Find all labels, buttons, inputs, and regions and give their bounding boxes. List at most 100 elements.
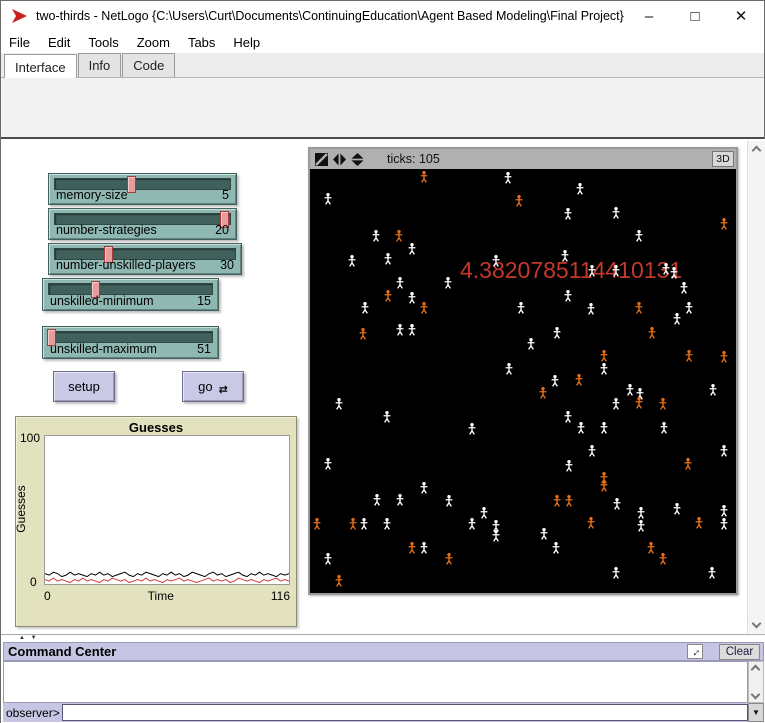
person-turtle bbox=[694, 517, 703, 530]
person-turtle bbox=[564, 411, 573, 424]
person-turtle bbox=[646, 542, 655, 555]
menu-file[interactable]: File bbox=[9, 35, 30, 50]
person-turtle bbox=[625, 383, 634, 396]
scroll-down-icon[interactable] bbox=[752, 619, 762, 629]
person-turtle bbox=[407, 243, 416, 256]
slider-value: 5 bbox=[222, 188, 229, 202]
plot-title: Guesses bbox=[16, 420, 296, 435]
person-turtle bbox=[372, 229, 381, 242]
person-turtle bbox=[720, 444, 729, 457]
scroll-up-icon[interactable] bbox=[751, 665, 761, 675]
person-turtle bbox=[349, 517, 358, 530]
person-turtle bbox=[599, 422, 608, 435]
minimize-button[interactable]: – bbox=[626, 1, 672, 31]
slider-unskilled-maximum[interactable]: unskilled-maximum51 bbox=[42, 326, 219, 359]
person-turtle bbox=[637, 506, 646, 519]
person-turtle bbox=[444, 553, 453, 566]
person-turtle bbox=[587, 302, 596, 315]
command-center-header: Command Center ↔ Clear bbox=[3, 642, 764, 661]
y-axis-max-label: 100 bbox=[20, 431, 40, 445]
person-turtle bbox=[323, 458, 332, 471]
person-turtle bbox=[708, 383, 717, 396]
person-turtle bbox=[372, 494, 381, 507]
person-turtle bbox=[564, 290, 573, 303]
expand-command-center-button[interactable]: ↔ bbox=[687, 644, 703, 659]
menu-edit[interactable]: Edit bbox=[48, 35, 70, 50]
person-turtle bbox=[648, 327, 657, 340]
scroll-down-icon[interactable] bbox=[751, 690, 761, 700]
diagonal-arrows-icon: ↔ bbox=[687, 643, 703, 659]
person-turtle bbox=[673, 313, 682, 326]
person-turtle bbox=[479, 506, 488, 519]
slider-label: number-unskilled-players bbox=[56, 258, 196, 272]
three-d-button[interactable]: 3D bbox=[712, 151, 734, 167]
command-center-splitter[interactable]: ▲ ▼ bbox=[19, 635, 39, 641]
clear-button[interactable]: Clear bbox=[719, 644, 760, 660]
person-turtle bbox=[564, 207, 573, 220]
menu-help[interactable]: Help bbox=[233, 35, 260, 50]
close-button[interactable]: ✕ bbox=[718, 1, 764, 31]
person-turtle bbox=[420, 481, 429, 494]
vertical-arrows-icon[interactable] bbox=[351, 153, 364, 166]
plot-lines bbox=[45, 436, 289, 584]
slider-unskilled-minimum[interactable]: unskilled-minimum15 bbox=[42, 278, 219, 311]
scroll-up-icon[interactable] bbox=[752, 146, 762, 156]
netlogo-icon bbox=[11, 8, 28, 24]
world-canvas[interactable]: 4.3820785114410131 bbox=[310, 169, 736, 593]
slider-number-strategies[interactable]: number-strategies 20 bbox=[48, 208, 237, 240]
person-turtle bbox=[395, 277, 404, 290]
person-turtle bbox=[587, 517, 596, 530]
person-turtle bbox=[565, 494, 574, 507]
person-turtle bbox=[516, 302, 525, 315]
tab-info[interactable]: Info bbox=[78, 53, 122, 77]
person-turtle bbox=[539, 528, 548, 541]
person-turtle bbox=[358, 327, 367, 340]
menu-tabs[interactable]: Tabs bbox=[188, 35, 215, 50]
slider-label: unskilled-minimum bbox=[50, 294, 154, 308]
person-turtle bbox=[637, 520, 646, 533]
tab-code[interactable]: Code bbox=[122, 53, 175, 77]
person-turtle bbox=[561, 249, 570, 262]
menu-tools[interactable]: Tools bbox=[88, 35, 118, 50]
tab-interface[interactable]: Interface bbox=[4, 54, 77, 78]
person-turtle bbox=[323, 193, 332, 206]
person-turtle bbox=[515, 194, 524, 207]
slider-value: 30 bbox=[220, 258, 234, 272]
maximize-button[interactable]: □ bbox=[672, 1, 718, 31]
slider-memory-size[interactable]: memory-size 5 bbox=[48, 173, 237, 205]
watch-corner-icon[interactable] bbox=[315, 153, 328, 166]
command-output-scrollbar[interactable] bbox=[748, 661, 764, 703]
slider-value: 20 bbox=[215, 223, 229, 237]
canvas-vertical-scrollbar[interactable] bbox=[747, 141, 765, 633]
world-view: ticks: 105 3D 4.3820785114410131 bbox=[308, 147, 738, 595]
person-turtle bbox=[383, 517, 392, 530]
agent-type-dropdown[interactable]: ▼ bbox=[748, 703, 764, 722]
command-input[interactable] bbox=[62, 704, 748, 721]
person-turtle bbox=[588, 265, 597, 278]
person-turtle bbox=[634, 229, 643, 242]
forever-icon: ⇄ bbox=[219, 383, 228, 396]
person-turtle bbox=[539, 386, 548, 399]
slider-label: number-strategies bbox=[56, 223, 157, 237]
person-turtle bbox=[348, 255, 357, 268]
menu-zoom[interactable]: Zoom bbox=[137, 35, 170, 50]
person-turtle bbox=[444, 494, 453, 507]
tab-bar: Interface Info Code bbox=[1, 53, 764, 78]
person-turtle bbox=[551, 542, 560, 555]
person-turtle bbox=[467, 422, 476, 435]
ticks-counter: ticks: 105 bbox=[387, 152, 440, 166]
slider-number-unskilled-players[interactable]: number-unskilled-players 30 bbox=[48, 243, 242, 275]
setup-button[interactable]: setup bbox=[53, 371, 115, 402]
horizontal-arrows-icon[interactable] bbox=[333, 153, 346, 166]
slider-label: memory-size bbox=[56, 188, 128, 202]
person-turtle bbox=[395, 494, 404, 507]
command-center-title: Command Center bbox=[8, 644, 116, 659]
person-turtle bbox=[407, 291, 416, 304]
person-turtle bbox=[611, 207, 620, 220]
go-button[interactable]: go ⇄ bbox=[182, 371, 244, 402]
command-output-area[interactable] bbox=[3, 661, 748, 703]
person-turtle bbox=[334, 575, 343, 588]
person-turtle bbox=[613, 497, 622, 510]
person-turtle bbox=[669, 266, 678, 279]
title-bar: two-thirds - NetLogo {C:\Users\Curt\Docu… bbox=[1, 1, 764, 31]
